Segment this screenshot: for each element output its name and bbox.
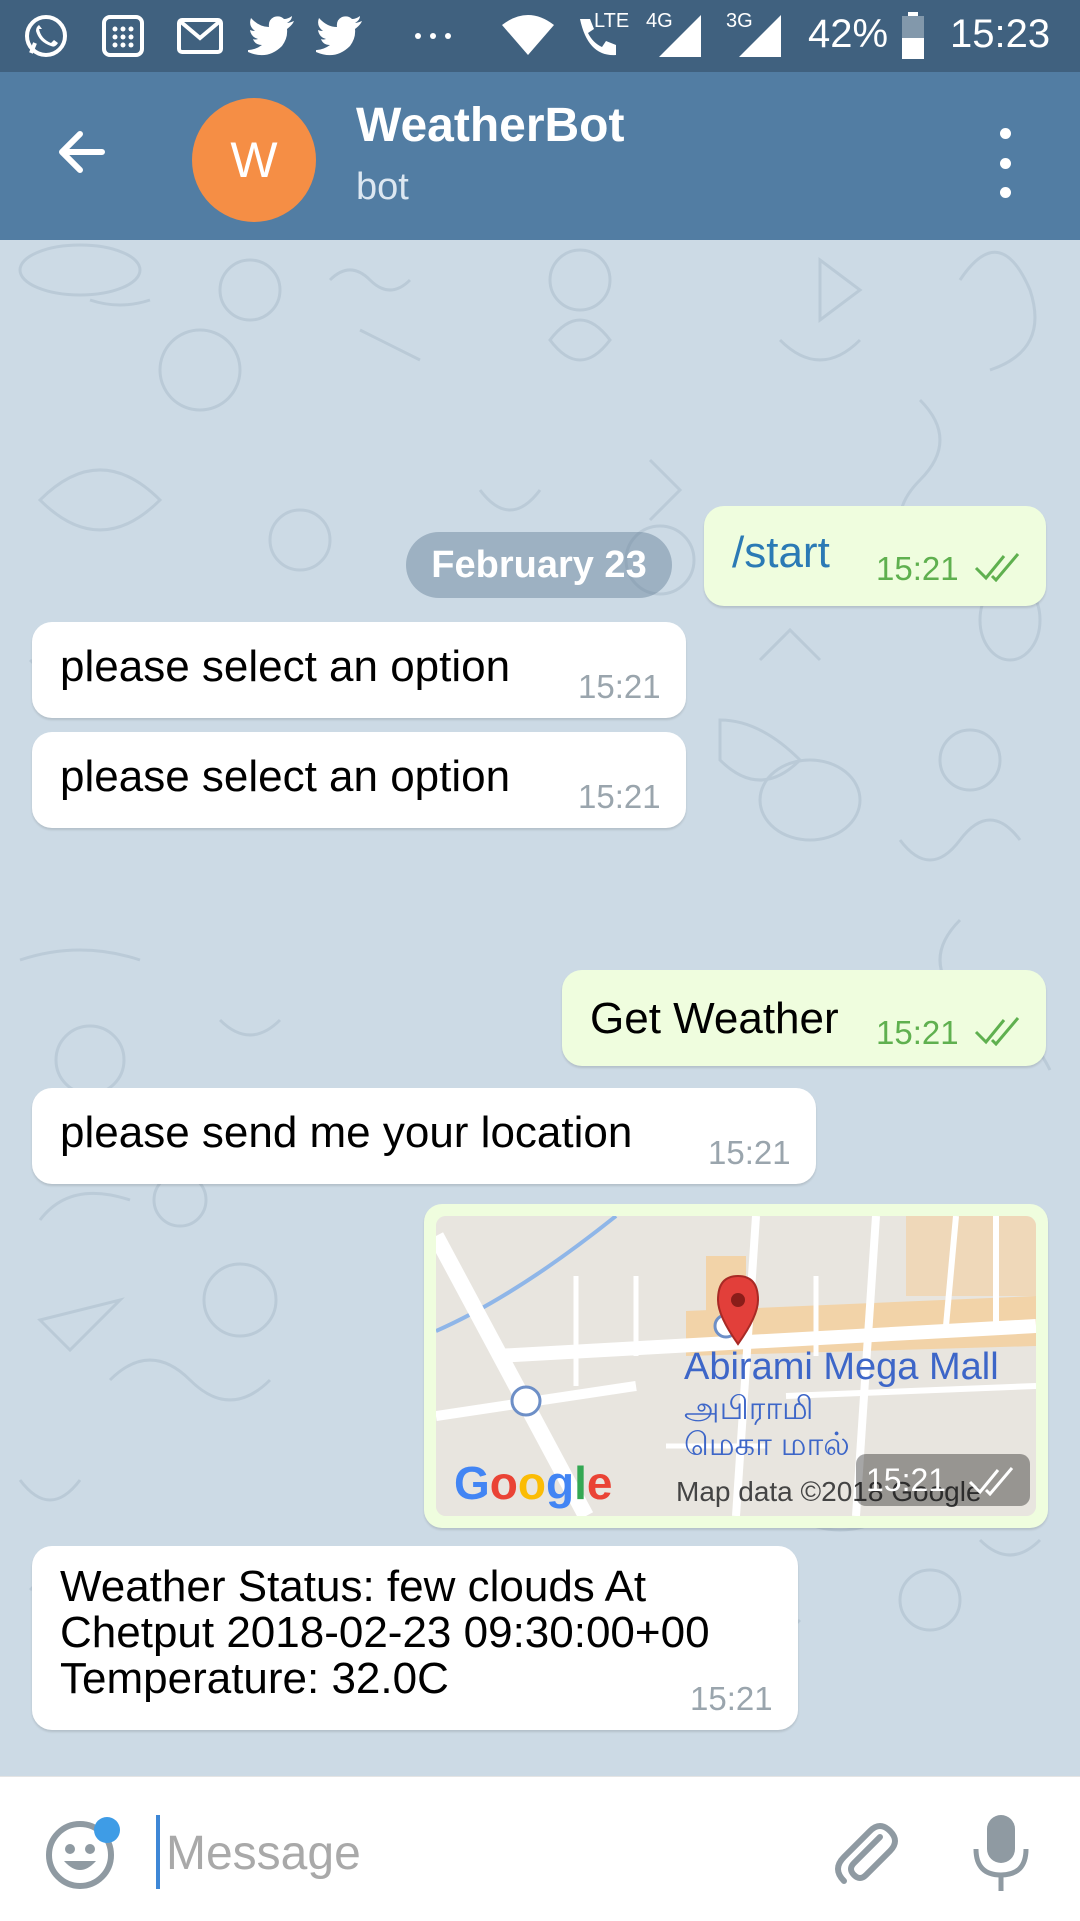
signal-icon: [656, 10, 704, 62]
battery-icon: [900, 10, 926, 62]
message-text-line: Weather Status: few clouds At: [60, 1562, 647, 1611]
wifi-icon: [500, 10, 556, 62]
map-place-name-tamil-line2: மெகா மால்: [684, 1426, 850, 1462]
message-text: please select an option: [60, 752, 511, 801]
chat-subtitle: bot: [356, 166, 409, 208]
message-text[interactable]: /start: [732, 528, 830, 578]
chat-header: W WeatherBot bot: [0, 72, 1080, 240]
message-text-line: Chetput 2018-02-23 09:30:00+00: [60, 1608, 710, 1657]
read-check-icon: [968, 1467, 1014, 1496]
map-timestamp-badge: 15:21: [856, 1454, 1030, 1506]
location-message[interactable]: Abirami Mega Mall அபிராமி மெகா மால் Goog…: [424, 1204, 1048, 1528]
message-bubble-incoming[interactable]: please send me your location 15:21: [32, 1088, 816, 1184]
text-cursor: [156, 1815, 160, 1889]
message-bubble-outgoing[interactable]: Get Weather 15:21: [562, 970, 1046, 1066]
message-input[interactable]: [164, 1817, 808, 1889]
message-time: 15:21: [876, 1014, 959, 1051]
map-place-name-tamil-line1: அபிராமி: [684, 1390, 814, 1426]
message-bubble-incoming[interactable]: please select an option 15:21: [32, 622, 686, 718]
signal-icon: [736, 10, 784, 62]
google-logo: Google: [454, 1457, 613, 1509]
message-text: Get Weather: [590, 994, 839, 1043]
message-text: please send me your location: [60, 1108, 633, 1157]
battery-percentage: 42%: [808, 12, 889, 56]
message-time: 15:21: [876, 550, 959, 587]
back-button[interactable]: [52, 122, 112, 182]
status-bar: LTE 4G 3G 42% 15:23: [0, 0, 1080, 72]
read-check-icon: [974, 553, 1020, 582]
status-time: 15:23: [950, 12, 1051, 56]
twitter-icon: [314, 10, 366, 62]
avatar-letter: W: [230, 132, 278, 188]
message-bubble-outgoing[interactable]: /start 15:21: [704, 506, 1046, 606]
more-icon: [410, 10, 456, 62]
notification-dot: [94, 1817, 120, 1843]
more-options-button[interactable]: [990, 128, 1020, 198]
message-text: please select an option: [60, 642, 511, 691]
twitter-icon: [246, 10, 298, 62]
arrow-left-icon: [59, 131, 105, 173]
message-time: 15:21: [708, 1134, 791, 1171]
map-preview[interactable]: Abirami Mega Mall அபிராமி மெகா மால் Goog…: [436, 1216, 1036, 1516]
date-separator: February 23: [406, 532, 672, 598]
calculator-icon: [98, 10, 148, 62]
read-check-icon: [974, 1017, 1020, 1046]
message-bubble-incoming[interactable]: Weather Status: few clouds At Chetput 20…: [32, 1546, 798, 1730]
paperclip-icon[interactable]: [828, 1817, 900, 1889]
message-time: 15:21: [690, 1680, 773, 1717]
chat-title[interactable]: WeatherBot: [356, 98, 624, 153]
message-composer: [0, 1776, 1080, 1921]
map-place-name: Abirami Mega Mall: [684, 1346, 999, 1388]
whatsapp-icon: [22, 10, 70, 62]
message-bubble-incoming[interactable]: please select an option 15:21: [32, 732, 686, 828]
avatar[interactable]: W: [192, 98, 316, 222]
message-time: 15:21: [578, 668, 661, 705]
microphone-icon[interactable]: [970, 1811, 1032, 1895]
gmail-icon: [176, 10, 224, 62]
message-list[interactable]: February 23 /start 15:21 please select a…: [0, 240, 1080, 1776]
message-text-line: Temperature: 32.0C: [60, 1654, 449, 1703]
message-time: 15:21: [578, 778, 661, 815]
message-time: 15:21: [866, 1462, 947, 1498]
lte-label: LTE: [594, 10, 630, 32]
